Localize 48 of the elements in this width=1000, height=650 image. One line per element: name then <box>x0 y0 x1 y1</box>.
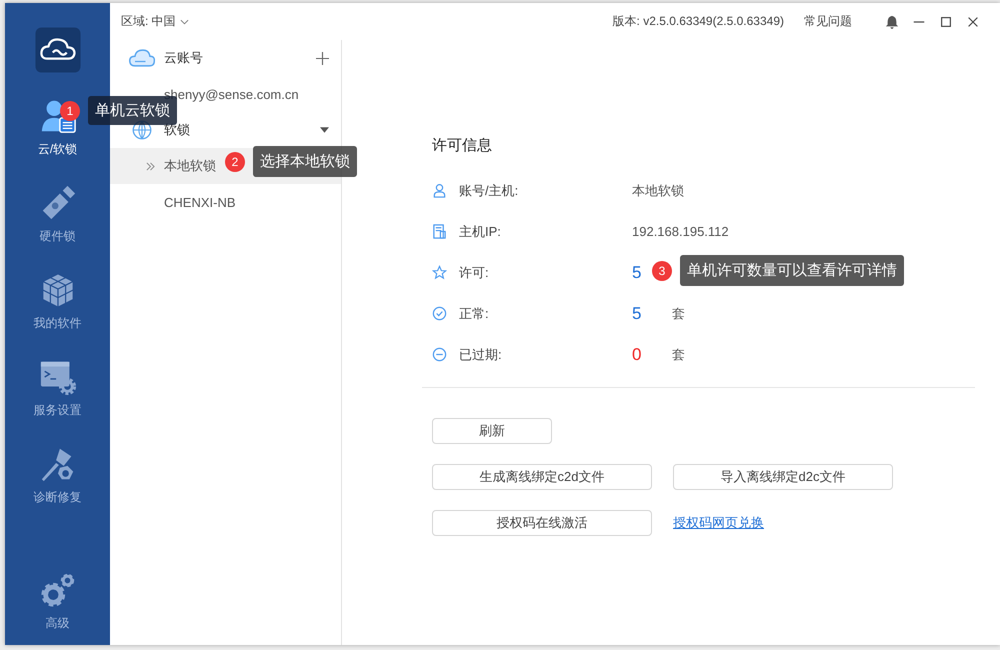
redeem-link[interactable]: 授权码网页兑换 <box>673 514 764 532</box>
action-button[interactable]: 生成离线绑定c2d文件 <box>432 464 652 490</box>
version-text: 版本: v2.5.0.63349(2.5.0.63349) <box>612 13 784 30</box>
tooltip: 单机云软锁 <box>88 96 177 125</box>
tooltip: 选择本地软锁 <box>253 146 357 177</box>
double-chevron-icon <box>146 162 155 170</box>
action-button[interactable]: 导入离线绑定d2c文件 <box>673 464 893 490</box>
field-value: 192.168.195.112 <box>632 224 729 239</box>
tree-group-label[interactable]: 云账号 <box>164 49 203 67</box>
action-button[interactable]: 刷新 <box>432 418 552 444</box>
server-icon <box>432 224 447 239</box>
check-circle-icon <box>432 306 447 321</box>
star-icon <box>432 265 447 280</box>
nav-item[interactable]: 服务设置 <box>34 402 82 419</box>
field-value: 5 <box>632 262 642 282</box>
tree-item[interactable]: 本地软锁 <box>164 157 216 175</box>
field-label: 账号/主机: <box>459 182 520 200</box>
step-badge: 3 <box>652 260 672 280</box>
section-title: 许可信息 <box>432 136 493 155</box>
field-label: 许可: <box>459 264 490 282</box>
user-icon <box>432 183 447 198</box>
field-value: 0 <box>632 344 642 364</box>
chevron-icon[interactable] <box>180 18 189 24</box>
cloud-icon <box>128 47 156 69</box>
field-label: 正常: <box>459 304 490 322</box>
nav-item[interactable]: 云/软锁 <box>38 141 78 158</box>
nav-item[interactable]: 高级 <box>46 615 70 632</box>
tree-item[interactable]: CHENXI-NB <box>164 194 236 210</box>
nav-item[interactable]: 诊断修复 <box>34 489 82 506</box>
maximize-icon[interactable] <box>939 14 953 28</box>
tooltip: 单机许可数量可以查看许可详情 <box>680 255 904 286</box>
field-value: 5 <box>632 304 642 324</box>
unit-label: 套 <box>672 304 685 322</box>
nav-item[interactable]: 我的软件 <box>34 315 82 332</box>
field-label: 已过期: <box>459 346 503 364</box>
close-icon[interactable] <box>966 14 980 28</box>
gears-icon <box>38 571 76 609</box>
field-value: 本地软锁 <box>632 182 684 200</box>
bell-icon[interactable] <box>885 14 899 28</box>
faq-link[interactable]: 常见问题 <box>804 13 852 30</box>
add-icon[interactable] <box>316 52 329 64</box>
caret-icon[interactable] <box>320 127 329 133</box>
nav-item[interactable]: 硬件锁 <box>40 228 76 245</box>
region-selector[interactable]: 区域: 中国 <box>121 13 189 30</box>
action-button[interactable]: 授权码在线激活 <box>432 510 652 536</box>
field-label: 主机IP: <box>459 222 502 240</box>
minus-circle-icon <box>432 347 447 362</box>
unit-label: 套 <box>672 346 685 364</box>
